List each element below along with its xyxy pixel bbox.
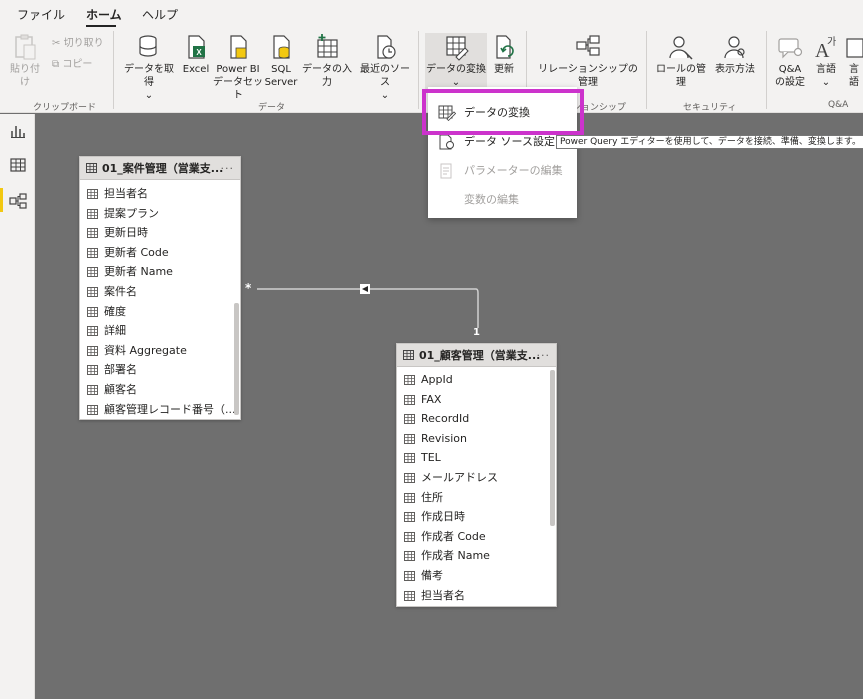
column-icon [404, 512, 415, 523]
field-row[interactable]: 担当者名 [397, 586, 556, 605]
field-row[interactable]: 提案プラン [80, 204, 240, 224]
field-row[interactable]: 資料 Aggregate [80, 341, 240, 361]
field-name: 案件名 [104, 284, 137, 298]
column-icon [87, 228, 98, 239]
column-icon [87, 326, 98, 337]
field-name: 更新者 Code [104, 245, 169, 259]
column-icon [87, 189, 98, 199]
cardinality-many: * [245, 281, 252, 295]
column-icon [404, 453, 415, 464]
field-row[interactable]: FAX [397, 390, 556, 410]
data-source-settings-icon [439, 134, 454, 150]
field-row[interactable]: 作成日時 [397, 507, 556, 527]
field-list: 担当者名提案プラン更新日時更新者 Code 更新者 Name 案件名確度詳細資料 A… [80, 180, 240, 418]
cardinality-one: 1 [473, 327, 480, 338]
menu-item-edit-parameters[interactable]: パラメーターの編集 [428, 157, 577, 185]
table-header[interactable]: 01_案件管理（営業支... ··· [80, 157, 240, 180]
column-icon [404, 551, 415, 562]
field-name: AppId [421, 373, 453, 386]
menu-item-edit-variables[interactable]: 変数の編集 [428, 186, 577, 214]
table-card-cases[interactable]: 01_案件管理（営業支... ··· 担当者名提案プラン更新日時更新者 Code… [79, 156, 241, 420]
field-name: 作成者 Name [421, 549, 490, 563]
field-name: 確度 [104, 304, 126, 318]
column-icon [404, 375, 415, 385]
field-row[interactable]: 案件名 [80, 282, 240, 302]
field-name: 資料 Aggregate [104, 343, 187, 357]
table-icon [403, 350, 414, 360]
field-name: 担当者名 [104, 187, 148, 200]
field-name: 作成日時 [421, 510, 465, 524]
column-icon [404, 472, 415, 483]
field-row[interactable]: AppId [397, 370, 556, 390]
field-name: 更新日時 [104, 226, 148, 240]
field-name: 部署名 [104, 363, 137, 377]
field-row[interactable]: Revision [397, 429, 556, 449]
field-row[interactable]: 更新者 Code [80, 243, 240, 263]
column-icon [87, 286, 98, 297]
column-icon [87, 365, 98, 376]
column-icon [404, 570, 415, 581]
field-name: 顧客管理レコード番号（... [104, 402, 236, 416]
field-row[interactable]: 作成者 Name [397, 546, 556, 566]
column-icon [87, 345, 98, 356]
field-row[interactable]: 顧客管理レコード番号（... [80, 400, 240, 418]
field-name: FAX [421, 392, 442, 406]
field-name: 担当者名 [421, 588, 465, 602]
column-icon [404, 414, 415, 425]
field-row[interactable]: 詳細 [80, 321, 240, 341]
column-icon [404, 531, 415, 542]
field-row[interactable]: 更新日時 [80, 223, 240, 243]
column-icon [404, 433, 415, 444]
table-card-customers[interactable]: 01_顧客管理（営業支... ··· AppId FAX RecordId Revis… [396, 343, 557, 607]
field-row[interactable]: 更新者 Name [80, 262, 240, 282]
field-name: メールアドレス [421, 470, 498, 484]
field-name: TEL [421, 451, 441, 465]
field-name: 詳細 [104, 324, 126, 338]
field-row[interactable]: メールアドレス [397, 468, 556, 488]
tooltip: Power Query エディターを使用して、データを接続、準備、変換します。 [556, 135, 863, 149]
column-icon [87, 267, 98, 278]
field-name: 更新者 Name [104, 265, 173, 279]
column-icon [404, 590, 415, 601]
column-icon [87, 306, 98, 317]
table-icon [86, 163, 97, 173]
column-icon [404, 394, 415, 405]
column-icon [87, 247, 98, 258]
scrollbar[interactable] [234, 303, 239, 415]
highlight-annotation [422, 89, 584, 135]
table-title: 01_顧客管理（営業支... [419, 349, 541, 362]
field-name: 顧客名 [104, 382, 137, 396]
field-row[interactable]: 部署名 [80, 360, 240, 380]
field-row[interactable]: 備考 [397, 566, 556, 586]
scrollbar[interactable] [550, 370, 555, 526]
field-row[interactable]: 担当者名 [80, 184, 240, 204]
column-icon [87, 404, 98, 415]
field-name: Revision [421, 431, 467, 445]
field-name: 住所 [421, 490, 443, 504]
column-icon [87, 384, 98, 395]
field-name: 作成者 Code [421, 529, 486, 543]
field-row[interactable]: TEL [397, 448, 556, 468]
field-row[interactable]: RecordId [397, 409, 556, 429]
column-icon [404, 492, 415, 503]
field-name: 提案プラン [104, 206, 159, 220]
field-row[interactable]: 顧客名 [80, 380, 240, 400]
field-row[interactable]: 住所 [397, 488, 556, 508]
more-options-icon[interactable]: ··· [221, 157, 235, 179]
column-icon [87, 208, 98, 219]
field-row[interactable]: 確度 [80, 302, 240, 322]
table-title: 01_案件管理（営業支... [102, 162, 224, 175]
field-row[interactable]: 作成者 Code [397, 527, 556, 547]
field-name: RecordId [421, 412, 470, 426]
edit-parameters-icon [440, 163, 452, 179]
field-name: 備考 [421, 568, 443, 582]
more-options-icon[interactable]: ··· [537, 344, 551, 366]
table-header[interactable]: 01_顧客管理（営業支... ··· [397, 344, 556, 367]
field-list: AppId FAX RecordId Revision TEL メールアドレス 住所作成日時… [397, 367, 556, 605]
